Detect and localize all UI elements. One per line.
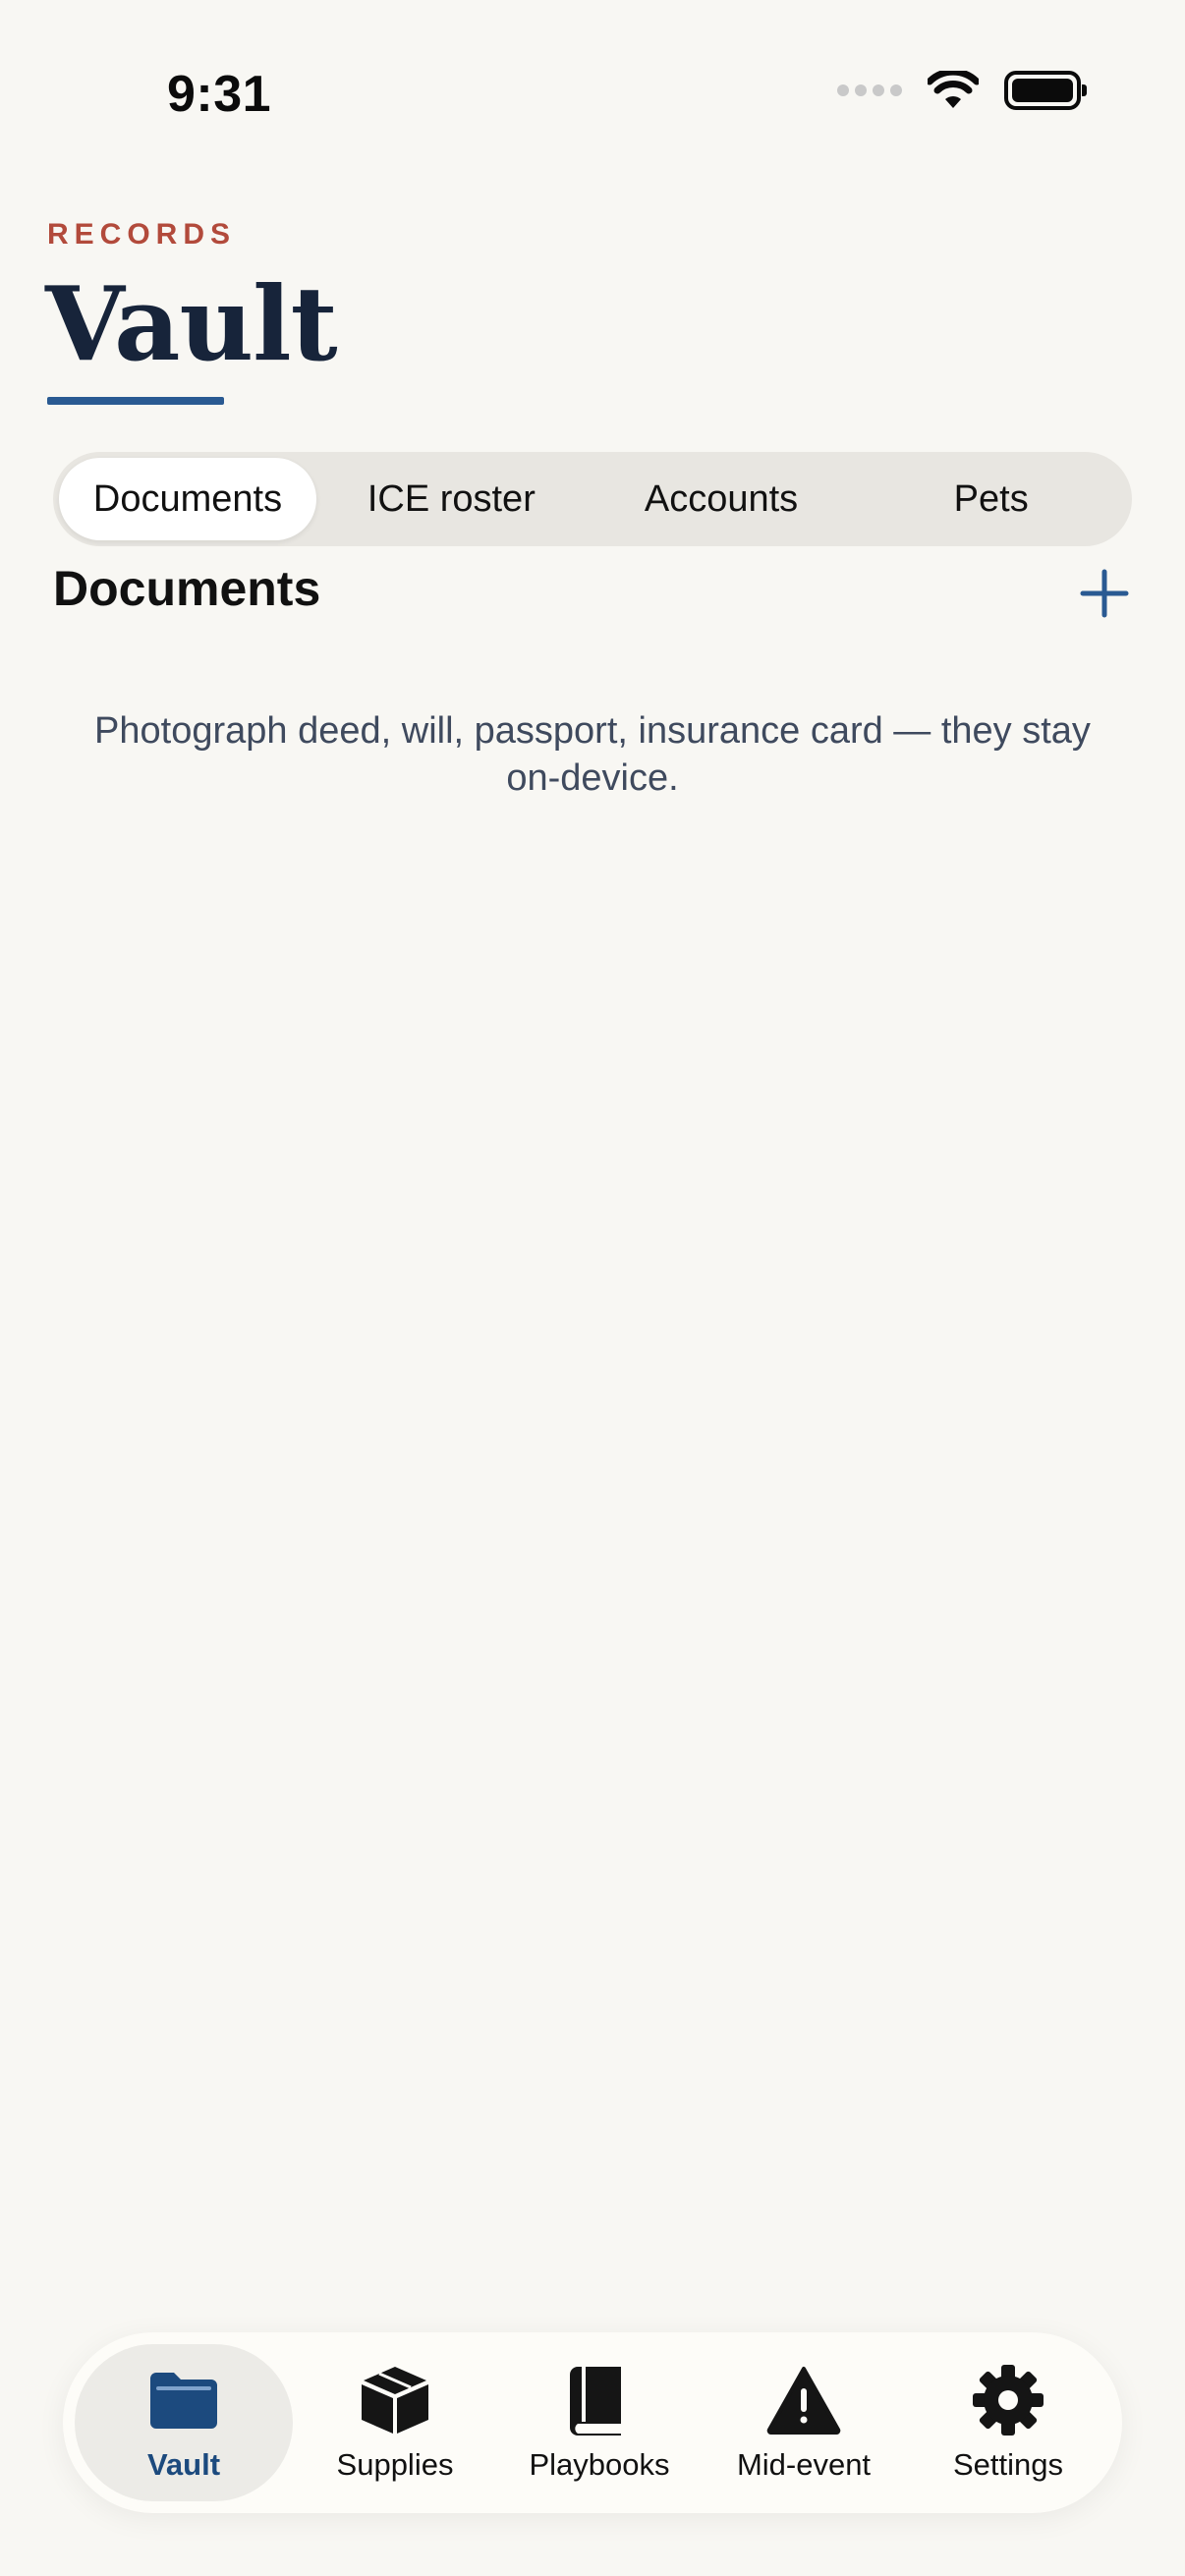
vault-screen: 9:31 RECORDS Vault Documents ICE roster … [0, 0, 1185, 2576]
battery-icon [1004, 71, 1087, 110]
folder-icon [150, 2373, 217, 2429]
title-underline [47, 397, 224, 405]
status-indicators [837, 71, 1087, 110]
gear-icon [973, 2365, 1044, 2436]
tab-label: Supplies [336, 2447, 454, 2482]
box-icon [362, 2367, 428, 2434]
status-time: 9:31 [167, 66, 272, 123]
book-icon [570, 2367, 621, 2436]
tab-label: Settings [952, 2447, 1063, 2482]
page-title: Vault [45, 263, 338, 384]
section-eyebrow: RECORDS [47, 218, 237, 251]
segment-pets[interactable]: Pets [856, 458, 1126, 540]
tab-label: Vault [146, 2447, 221, 2482]
warning-icon [766, 2367, 841, 2435]
tab-label: Mid-event [736, 2447, 872, 2482]
segment-ice-roster[interactable]: ICE roster [316, 458, 587, 540]
tab-vault[interactable]: Vault [75, 2344, 293, 2501]
tab-supplies[interactable]: Supplies [293, 2344, 497, 2501]
tab-settings[interactable]: Settings [906, 2344, 1110, 2501]
records-segmented-control: Documents ICE roster Accounts Pets [53, 452, 1132, 546]
bottom-tab-bar: Vault Supplies Playbooks Mid-event Setti… [63, 2332, 1122, 2513]
plus-icon [1080, 569, 1129, 618]
segment-accounts[interactable]: Accounts [587, 458, 857, 540]
tab-label: Playbooks [529, 2447, 670, 2482]
wifi-icon [928, 71, 979, 108]
section-title: Documents [53, 561, 321, 616]
segment-documents[interactable]: Documents [59, 458, 316, 540]
tab-playbooks[interactable]: Playbooks [497, 2344, 702, 2501]
tab-mid-event[interactable]: Mid-event [702, 2344, 906, 2501]
empty-state-message: Photograph deed, will, passport, insuran… [94, 710, 1091, 799]
cellular-signal-icon [837, 84, 902, 96]
add-document-button[interactable] [1079, 568, 1130, 619]
